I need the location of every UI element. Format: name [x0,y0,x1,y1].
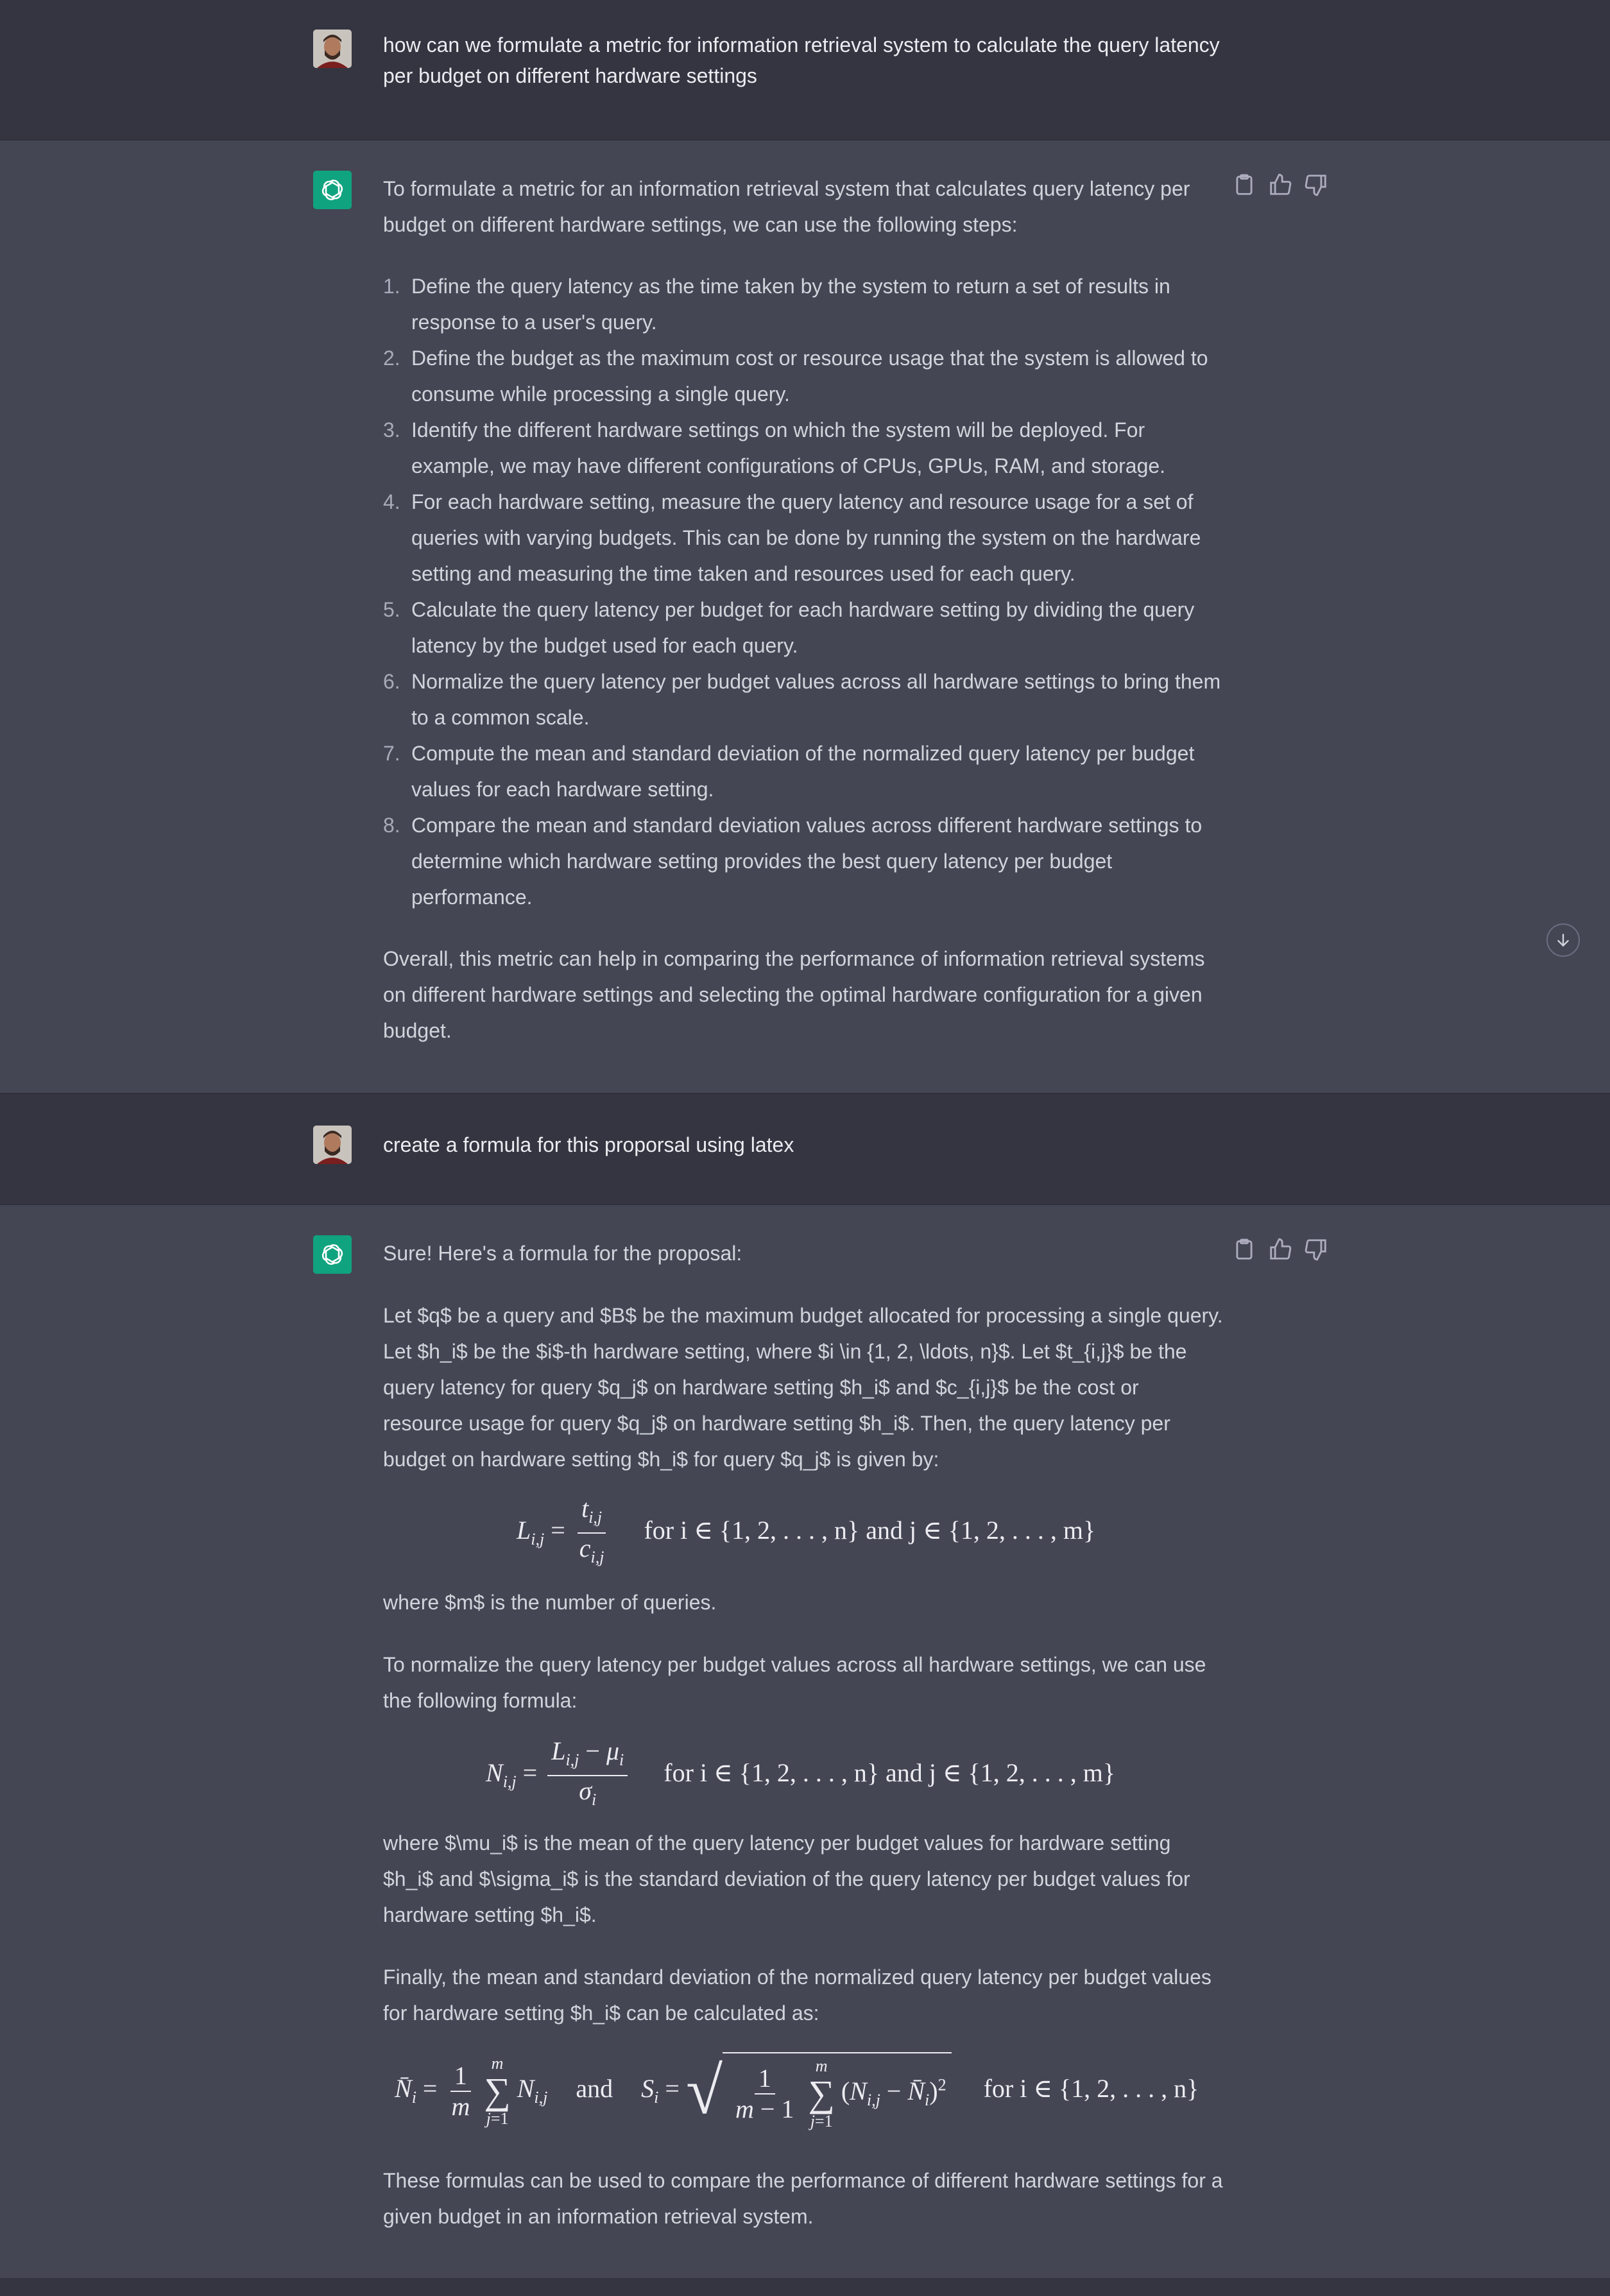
thumbs-up-icon[interactable] [1268,1237,1292,1262]
list-item: 8. Compare the mean and standard deviatio… [383,814,1203,909]
scroll-to-bottom-button[interactable] [1546,923,1580,957]
conversation: how can we formulate a metric for inform… [0,0,1610,2296]
user-message-2: create a formula for this proporsal usin… [0,1094,1610,1204]
answer2-paragraph-5: Finally, the mean and standard deviation… [383,1966,1212,2025]
thumbs-down-icon[interactable] [1304,173,1328,197]
arrow-down-icon [1557,934,1569,947]
formula-range: for i ∈ {1, 2, . . . , n} and j ∈ {1, 2,… [664,1758,1116,1788]
chatgpt-logo-icon [313,1235,352,1274]
formula-range: for i ∈ {1, 2, . . . , n} and j ∈ {1, 2,… [644,1516,1096,1545]
assistant-message-1: To formulate a metric for an information… [0,141,1610,1093]
answer2-paragraph-2: where $m$ is the number of queries. [383,1591,717,1614]
list-item: 3. Identify the different hardware settin… [383,418,1166,477]
message-actions [1232,1237,1328,1262]
list-item: 4. For each hardware setting, measure the… [383,490,1201,585]
formula-latency-per-budget: Li,j = ti,j ci,j for i ∈ {1, 2, . . . , n… [517,1494,1096,1566]
user-message-1: how can we formulate a metric for inform… [0,0,1610,139]
user-avatar [313,30,352,68]
thumbs-down-icon[interactable] [1304,1237,1328,1262]
chatgpt-logo-icon [313,171,352,209]
answer2-paragraph-3: To normalize the query latency per budge… [383,1653,1206,1712]
list-item: 6. Normalize the query latency per budget… [383,670,1221,729]
assistant-message-1-text: To formulate a metric for an information… [383,171,1224,1049]
answer2-paragraph-1: Let $q$ be a query and $B$ be the maximu… [383,1304,1223,1471]
answer2-paragraph-6: These formulas can be used to compare th… [383,2169,1223,2228]
formula-mean-std: N̄i = 1m m ∑ j=1 Ni,j and Si = √ 1m − 1 m ∑… [395,2052,1199,2130]
answer-outro: Overall, this metric can help in compari… [383,947,1205,1042]
user-message-2-text: create a formula for this proporsal usin… [383,1133,794,1156]
formula-and: and [576,2074,613,2103]
thumbs-up-icon[interactable] [1268,173,1292,197]
copy-icon[interactable] [1232,1237,1256,1262]
list-item: 2. Define the budget as the maximum cost … [383,347,1208,406]
bottom-strip [0,2278,1610,2296]
message-actions [1232,173,1328,197]
formula-range-n: for i ∈ {1, 2, . . . , n} [983,2074,1199,2103]
copy-icon[interactable] [1232,173,1256,197]
formula-normalization: Ni,j = Li,j − μi σi for i ∈ {1, 2, . . . … [486,1736,1116,1809]
user-avatar [313,1126,352,1164]
list-item: 7. Compute the mean and standard deviatio… [383,742,1195,801]
answer2-intro: Sure! Here's a formula for the proposal: [383,1242,742,1265]
list-item: 5. Calculate the query latency per budget… [383,598,1195,657]
answer2-paragraph-4: where $\mu_i$ is the mean of the query l… [383,1831,1190,1926]
steps-list: 1. Define the query latency as the time t… [383,268,1224,915]
list-item: 1. Define the query latency as the time t… [383,275,1170,334]
assistant-message-2: Sure! Here's a formula for the proposal:… [0,1205,1610,2278]
user-message-1-text: how can we formulate a metric for inform… [383,33,1220,87]
answer-intro: To formulate a metric for an information… [383,177,1190,236]
